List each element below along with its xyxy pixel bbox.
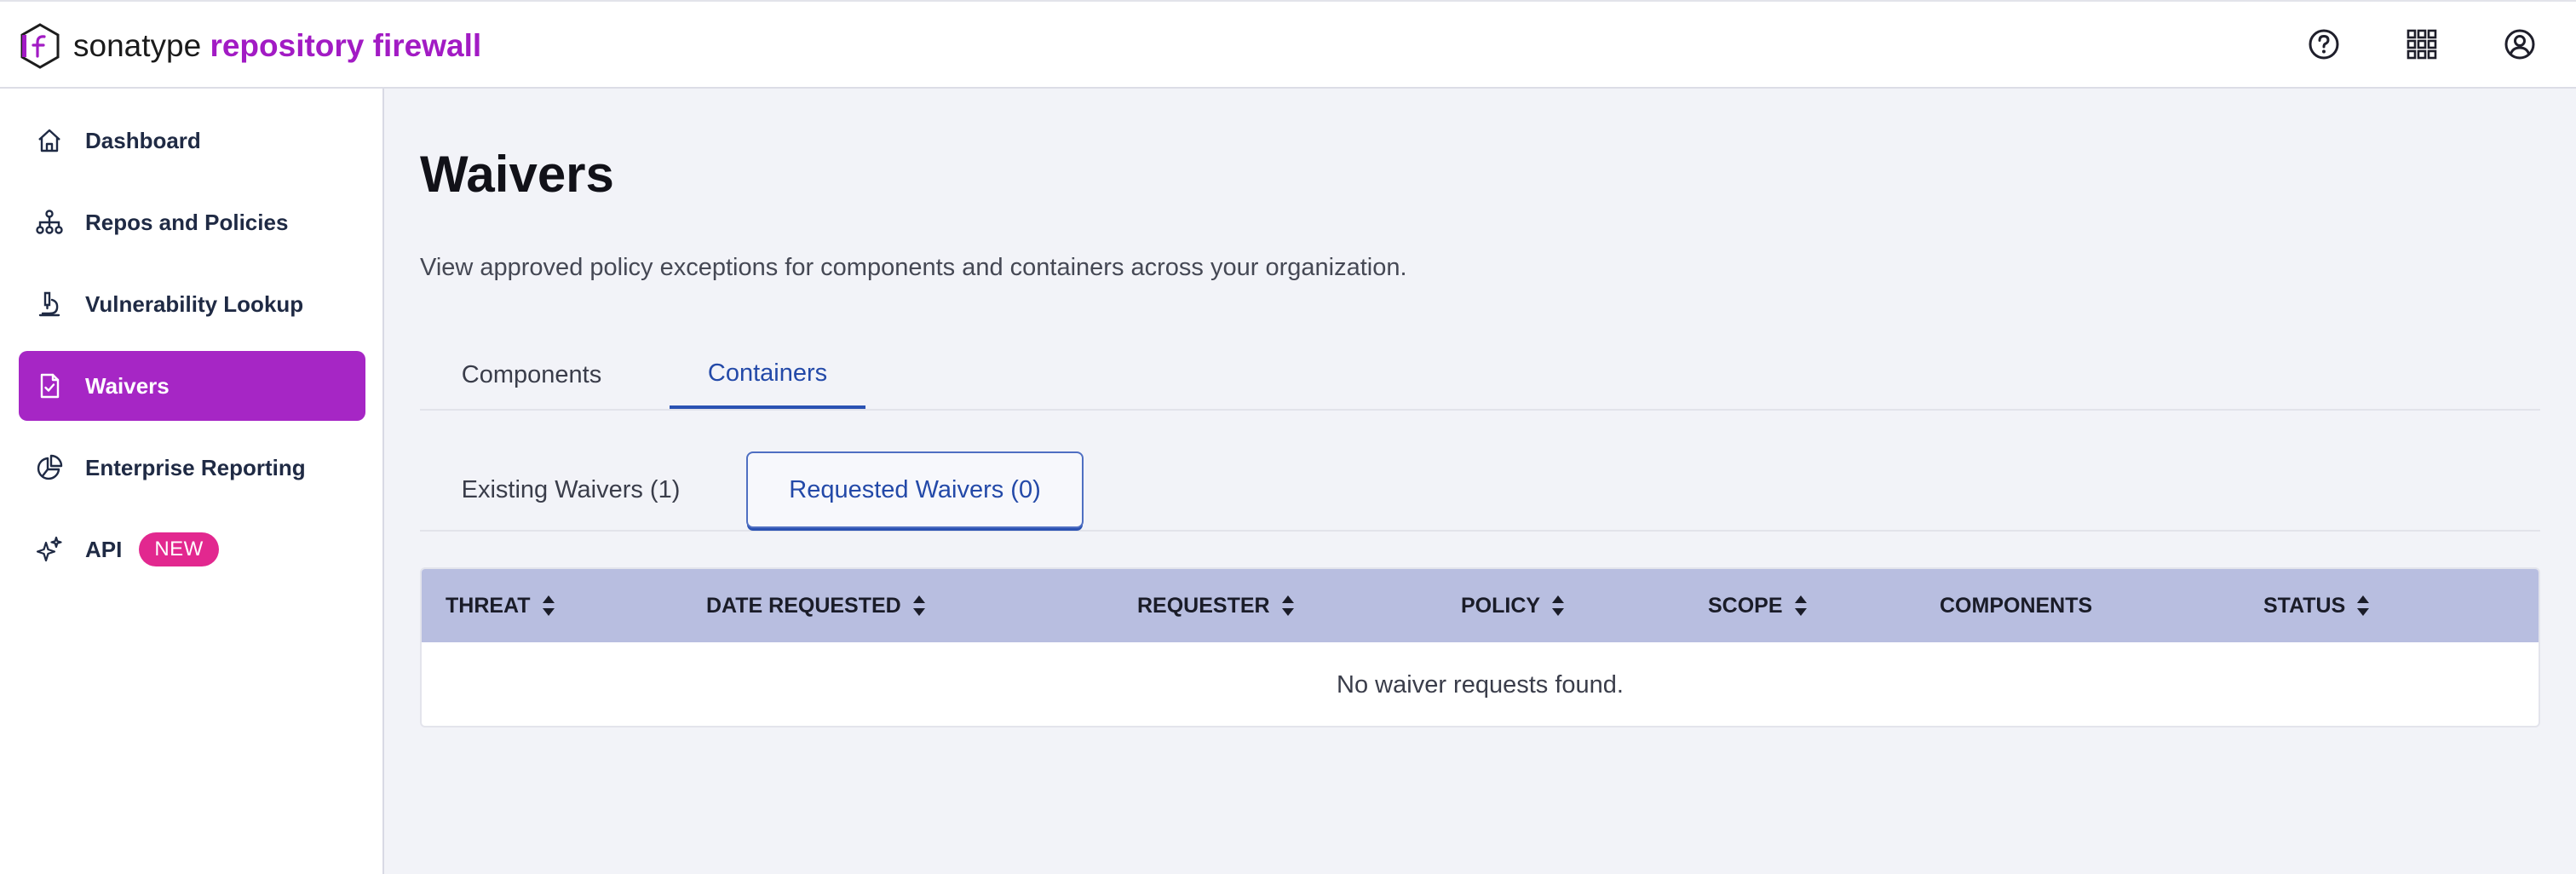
microscope-icon xyxy=(34,289,65,319)
apps-menu-button[interactable] xyxy=(2398,20,2446,68)
user-account-button[interactable] xyxy=(2496,20,2544,68)
hierarchy-icon xyxy=(34,207,65,238)
column-header-components: COMPONENTS xyxy=(1940,569,2092,642)
empty-state-message: No waiver requests found. xyxy=(1337,670,1624,699)
help-circle-icon xyxy=(2309,29,2339,60)
sidebar-item-api[interactable]: API NEW xyxy=(19,515,365,584)
column-header-label: SCOPE xyxy=(1708,593,1783,618)
brand-name: sonatype xyxy=(73,28,202,63)
column-header-label: DATE REQUESTED xyxy=(706,593,901,618)
tab-components[interactable]: Components xyxy=(420,341,643,409)
page-description: View approved policy exceptions for comp… xyxy=(420,254,1407,281)
new-badge: NEW xyxy=(139,532,219,566)
sidebar-item-repos-and-policies[interactable]: Repos and Policies xyxy=(19,187,365,257)
sort-icon xyxy=(2357,595,2370,616)
app-header: sonatype repository firewall xyxy=(0,0,2576,89)
sort-icon xyxy=(542,595,555,616)
sort-icon xyxy=(1794,595,1807,616)
sonatype-logo[interactable]: sonatype repository firewall xyxy=(19,22,481,70)
sidebar-item-label: Dashboard xyxy=(85,127,201,153)
sidebar-item-label: Waivers xyxy=(85,372,170,399)
column-header-label: STATUS xyxy=(2263,593,2346,618)
column-header-scope[interactable]: SCOPE xyxy=(1708,569,1808,642)
waiver-subtabs: Existing Waivers (1) Requested Waivers (… xyxy=(420,451,2540,532)
tab-containers[interactable]: Containers xyxy=(670,341,865,409)
column-header-label: COMPONENTS xyxy=(1940,593,2093,618)
page-title: Waivers xyxy=(420,146,614,203)
document-check-icon xyxy=(34,371,65,401)
help-button[interactable] xyxy=(2300,20,2348,68)
logo-wordmark: sonatype repository firewall xyxy=(73,28,481,64)
column-header-status[interactable]: STATUS xyxy=(2263,569,2371,642)
type-tabs: Components Containers xyxy=(420,341,2540,411)
column-header-label: POLICY xyxy=(1461,593,1541,618)
sidebar-item-waivers[interactable]: Waivers xyxy=(19,351,365,421)
sidebar-item-label: API xyxy=(85,536,123,562)
column-header-policy[interactable]: POLICY xyxy=(1461,569,1566,642)
sidebar-item-dashboard[interactable]: Dashboard xyxy=(19,106,365,175)
user-account-icon xyxy=(2504,29,2535,60)
sort-icon xyxy=(1552,595,1565,616)
sidebar-item-enterprise-reporting[interactable]: Enterprise Reporting xyxy=(19,433,365,503)
pie-chart-icon xyxy=(34,452,65,483)
column-header-threat[interactable]: THREAT xyxy=(446,569,556,642)
column-header-requester[interactable]: REQUESTER xyxy=(1137,569,1296,642)
sidebar-item-label: Repos and Policies xyxy=(85,209,289,235)
column-header-label: THREAT xyxy=(446,593,531,618)
home-icon xyxy=(34,125,65,156)
sidebar-nav: Dashboard Repos and Policies Vulnerabili… xyxy=(0,89,384,874)
sort-icon xyxy=(912,595,925,616)
waiver-requests-table: THREAT DATE REQUESTED REQUESTER POLICY S… xyxy=(420,567,2540,727)
column-header-date-requested[interactable]: DATE REQUESTED xyxy=(706,569,927,642)
sidebar-item-label: Enterprise Reporting xyxy=(85,454,306,480)
sidebar-item-label: Vulnerability Lookup xyxy=(85,290,304,317)
sonatype-hexagon-logo-icon xyxy=(20,23,60,69)
sparkle-icon xyxy=(34,534,65,565)
column-header-label: REQUESTER xyxy=(1137,593,1270,618)
subtab-existing-waivers[interactable]: Existing Waivers (1) xyxy=(420,451,722,528)
sidebar-item-vulnerability-lookup[interactable]: Vulnerability Lookup xyxy=(19,269,365,339)
apps-grid-icon xyxy=(2406,29,2437,60)
table-header-row: THREAT DATE REQUESTED REQUESTER POLICY S… xyxy=(422,569,2539,642)
sort-icon xyxy=(1281,595,1294,616)
subtab-requested-waivers[interactable]: Requested Waivers (0) xyxy=(746,451,1084,528)
product-name: repository firewall xyxy=(210,28,482,63)
